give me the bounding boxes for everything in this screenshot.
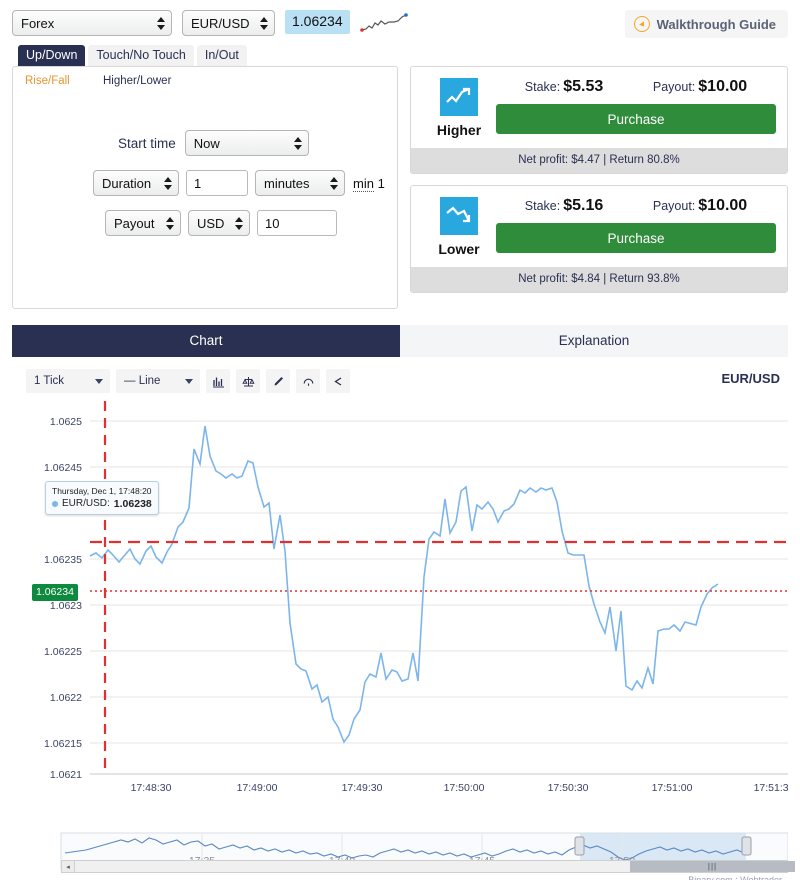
- payout-higher: Payout: $10.00: [652, 78, 748, 95]
- purchase-button-higher[interactable]: Purchase: [496, 104, 776, 134]
- pencil-icon[interactable]: [266, 369, 290, 393]
- start-time-row: Start time Now: [13, 130, 397, 156]
- share-icon[interactable]: [326, 369, 350, 393]
- duration-min-prefix: min: [353, 175, 374, 192]
- walkthrough-guide-button[interactable]: Walkthrough Guide: [624, 10, 788, 38]
- contract-type-row: Rise/Fall Higher/Lower: [13, 75, 397, 87]
- svg-text:17:51:30: 17:51:30: [754, 782, 788, 794]
- stake-lower: Stake: $5.16: [524, 197, 604, 214]
- payout-lower: Payout: $10.00: [652, 197, 748, 214]
- svg-text:17:48:30: 17:48:30: [131, 782, 172, 794]
- payout-row: Payout USD: [13, 210, 397, 236]
- svg-text:17:49:00: 17:49:00: [237, 782, 278, 794]
- duration-min-hint: min 1: [353, 175, 385, 192]
- duration-mode-select-wrapper: Duration: [93, 170, 179, 196]
- purchase-button-lower[interactable]: Purchase: [496, 223, 776, 253]
- chart-tooltip: Thursday, Dec 1, 17:48:20 EUR/USD: 1.062…: [45, 481, 159, 515]
- duration-unit-select-wrapper: minutes: [255, 170, 345, 196]
- chart-container: 1 Tick — Line EUR/USD 1.0625 1.06245 1.0…: [12, 357, 795, 880]
- net-profit-lower: Net profit: $4.84 | Return 93.8%: [411, 267, 787, 292]
- svg-text:17:51:00: 17:51:00: [652, 782, 693, 794]
- svg-text:1.0625: 1.0625: [50, 416, 82, 428]
- horizontal-scrollbar[interactable]: ◂ ||| ▸: [61, 860, 795, 873]
- tooltip-series-value: 1.06238: [113, 498, 152, 510]
- chart-navigator[interactable]: 17:35 17:40 17:45 17:50 ◂ ||| ▸ Binary.c…: [12, 831, 795, 880]
- direction-label-higher: Higher: [436, 122, 482, 138]
- tab-explanation[interactable]: Explanation: [400, 325, 788, 357]
- duration-mode-select[interactable]: Duration: [93, 170, 179, 196]
- scrollbar-thumb[interactable]: |||: [630, 861, 795, 872]
- net-profit-higher: Net profit: $4.47 | Return 80.8%: [411, 148, 787, 173]
- current-price-tag: 1.06234: [32, 584, 78, 601]
- trade-card-lower: Lower Stake: $5.16 Payout: $10.00 Purchase…: [410, 185, 788, 293]
- tab-chart[interactable]: Chart: [12, 325, 400, 357]
- chart-svg: 1.0625 1.06245 1.06235 1.0623 1.06225 1.…: [44, 401, 788, 794]
- trade-area: Rise/Fall Higher/Lower Start time Now Du…: [0, 66, 800, 309]
- scroll-left-button[interactable]: ◂: [62, 861, 75, 872]
- svg-text:1.0621: 1.0621: [50, 769, 82, 781]
- watermark: Binary.com : Webtrader: [688, 875, 782, 880]
- direction-label-lower: Lower: [438, 241, 480, 257]
- start-time-label: Start time: [118, 135, 176, 151]
- tab-touch-no-touch[interactable]: Touch/No Touch: [88, 45, 194, 66]
- contract-tabs: Up/Down Touch/No Touch In/Out: [0, 44, 800, 66]
- currency-select-wrapper: USD: [188, 210, 250, 236]
- svg-text:1.06245: 1.06245: [44, 462, 82, 474]
- interval-select-wrapper: 1 Tick: [26, 369, 110, 393]
- start-time-select-wrapper: Now: [184, 130, 309, 156]
- trade-parameters-panel: Rise/Fall Higher/Lower Start time Now Du…: [12, 66, 398, 309]
- duration-min-value: 1: [377, 175, 385, 191]
- tooltip-series-dot: [52, 501, 58, 507]
- svg-text:1.06225: 1.06225: [44, 646, 82, 658]
- chart-type-select[interactable]: — Line: [116, 369, 200, 393]
- purchase-panels: Higher Stake: $5.53 Payout: $10.00 Purchas…: [410, 66, 788, 293]
- view-tabs: Chart Explanation: [12, 325, 788, 357]
- svg-text:17:49:30: 17:49:30: [342, 782, 383, 794]
- payout-amount-input[interactable]: [257, 210, 337, 236]
- svg-text:1.06235: 1.06235: [44, 554, 82, 566]
- duration-unit-select[interactable]: minutes: [255, 170, 345, 196]
- market-select[interactable]: Forex: [12, 10, 172, 36]
- spot-price: 1.06234: [285, 10, 350, 34]
- bar-chart-icon[interactable]: [206, 369, 230, 393]
- svg-text:17:50:30: 17:50:30: [548, 782, 589, 794]
- symbol-select-wrapper: EUR/USD: [182, 10, 275, 36]
- tooltip-series-row: EUR/USD: 1.06238: [52, 498, 152, 510]
- indicator-icon[interactable]: [296, 369, 320, 393]
- play-circle-icon: [633, 16, 650, 32]
- tab-up-down[interactable]: Up/Down: [18, 45, 86, 66]
- interval-select[interactable]: 1 Tick: [26, 369, 110, 393]
- tooltip-series-name: EUR/USD:: [62, 498, 110, 509]
- contract-type-higher-lower[interactable]: Higher/Lower: [103, 75, 181, 87]
- payout-mode-select[interactable]: Payout: [105, 210, 181, 236]
- arrow-up-chart-icon: [440, 78, 478, 116]
- chart-symbol-label: EUR/USD: [721, 371, 780, 386]
- chart-type-select-wrapper: — Line: [116, 369, 200, 393]
- top-bar: Forex EUR/USD 1.06234 Walkthrough Guide: [0, 0, 800, 44]
- svg-text:17:50:00: 17:50:00: [444, 782, 485, 794]
- scales-icon[interactable]: [236, 369, 260, 393]
- spot-sparkline-icon: [359, 12, 410, 39]
- walkthrough-guide-label: Walkthrough Guide: [656, 16, 776, 32]
- svg-text:1.06215: 1.06215: [44, 738, 82, 750]
- tab-in-out[interactable]: In/Out: [196, 45, 247, 66]
- trade-card-higher: Higher Stake: $5.53 Payout: $10.00 Purchas…: [410, 66, 788, 174]
- symbol-select[interactable]: EUR/USD: [182, 10, 275, 36]
- duration-value-input[interactable]: [186, 170, 248, 196]
- svg-text:1.0623: 1.0623: [50, 600, 82, 612]
- duration-row: Duration minutes min 1: [13, 170, 397, 196]
- arrow-down-chart-icon: [440, 197, 478, 235]
- start-time-select[interactable]: Now: [184, 130, 309, 156]
- contract-type-rise-fall[interactable]: Rise/Fall: [25, 75, 103, 87]
- price-chart-plot[interactable]: 1.0625 1.06245 1.06235 1.0623 1.06225 1.…: [12, 401, 788, 831]
- market-select-wrapper: Forex: [12, 10, 172, 36]
- payout-mode-select-wrapper: Payout: [105, 210, 181, 236]
- chart-toolbar: 1 Tick — Line EUR/USD: [12, 357, 788, 401]
- currency-select[interactable]: USD: [188, 210, 250, 236]
- svg-text:1.0622: 1.0622: [50, 692, 82, 704]
- tooltip-datetime: Thursday, Dec 1, 17:48:20: [52, 486, 152, 496]
- stake-higher: Stake: $5.53: [524, 78, 604, 95]
